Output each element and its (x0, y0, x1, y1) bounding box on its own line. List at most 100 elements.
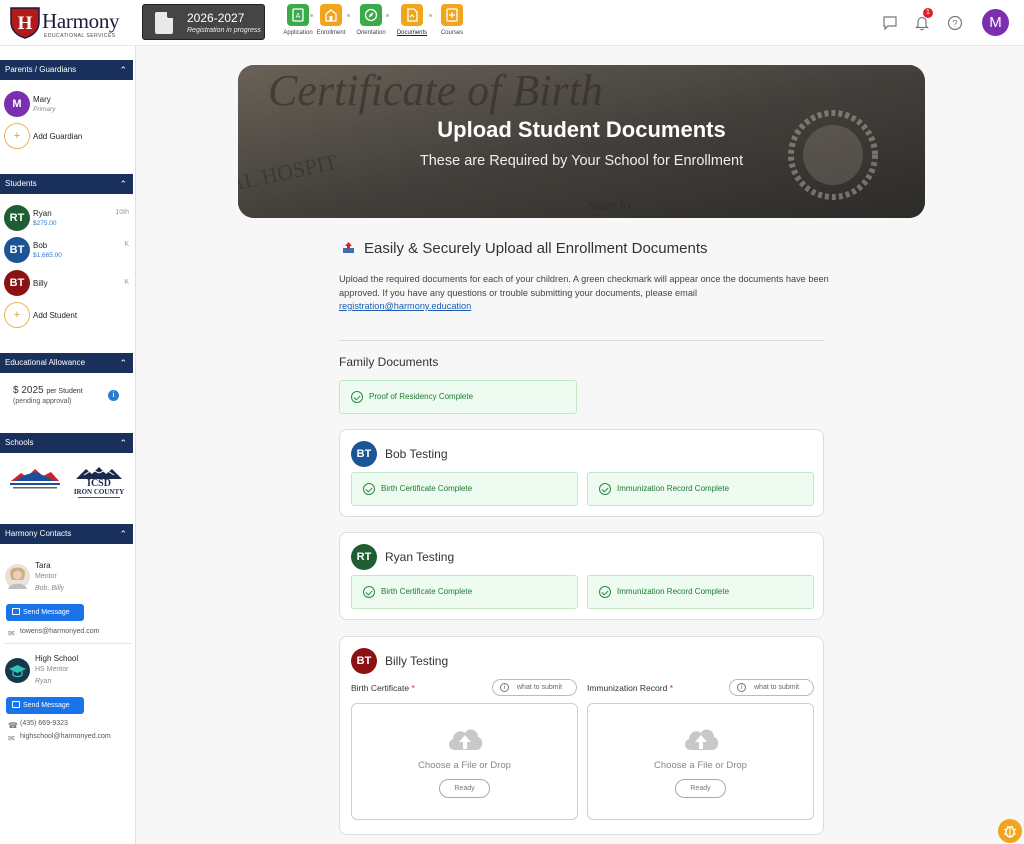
avatar: BT (351, 441, 377, 467)
hero-title: Upload Student Documents (437, 117, 726, 142)
top-bar: H Harmony EDUCATIONAL SERVICES 2026-2027… (0, 0, 1024, 46)
required-marker: * (411, 683, 415, 693)
allowance-amount: $ 2025 per Student (13, 385, 83, 396)
help-icon[interactable]: ? (946, 14, 964, 32)
notifications-button[interactable]: 1 (913, 8, 933, 32)
contact-name: High School (35, 654, 79, 663)
section-title: Students (5, 179, 37, 188)
step-label: Orientation (356, 30, 386, 36)
dropzone-text: Choose a File or Drop (418, 760, 511, 771)
contact-role: Mentor (35, 573, 57, 580)
required-marker: * (669, 683, 673, 693)
school-district-logo[interactable] (7, 465, 63, 493)
contact-students: Bob, Billy (35, 585, 65, 592)
contact-phone[interactable]: ☎ (435) 669-9323 (8, 720, 68, 730)
harmony-logo[interactable]: H Harmony EDUCATIONAL SERVICES (8, 5, 120, 41)
info-icon[interactable]: i (108, 390, 119, 401)
student-card-name: Billy Testing (385, 654, 449, 668)
allowance-section-header[interactable]: Educational Allowance ⌃ (0, 353, 133, 373)
iron-county-logo[interactable]: ICSD IRON COUNTY (70, 465, 128, 505)
students-section-header[interactable]: Students ⌃ (0, 174, 133, 194)
intro-text: Upload the required documents for each o… (339, 273, 829, 314)
contact-role: HS Mentor (35, 666, 69, 673)
add-student-button[interactable]: + Add Student (4, 302, 132, 330)
immunization-record-status: Immunization Record Complete (587, 575, 814, 609)
student-card-bob: BT Bob Testing Birth Certificate Complet… (339, 429, 824, 517)
field-label-text: Immunization Record (587, 683, 668, 693)
section-title: Schools (5, 438, 34, 447)
svg-text:?: ? (952, 19, 957, 29)
send-message-button[interactable]: Send Message (6, 697, 84, 714)
field-label-text: Birth Certificate (351, 683, 410, 693)
dropzone-text: Choose a File or Drop (654, 760, 747, 771)
section-title: Parents / Guardians (5, 65, 77, 74)
info-icon: i (737, 683, 746, 692)
brand-name: Harmony (42, 9, 120, 33)
chevron-up-icon: ⌃ (119, 438, 127, 448)
guardian-name: Mary (33, 95, 51, 104)
immunization-record-label: Immunization Record * (587, 683, 673, 693)
guardian-item[interactable]: M Mary Primary (4, 91, 132, 119)
schools-section-header[interactable]: Schools ⌃ (0, 433, 133, 453)
school-icon (320, 4, 342, 26)
graduation-cap-icon (5, 658, 30, 683)
check-circle-icon (363, 586, 375, 598)
immunization-record-status: Immunization Record Complete (587, 472, 814, 506)
student-grade: K (124, 279, 129, 286)
registration-email-link[interactable]: registration@harmony.education (339, 301, 471, 311)
send-message-button[interactable]: Send Message (6, 604, 84, 621)
birth-certificate-dropzone[interactable]: Choose a File or Drop Ready (351, 703, 578, 820)
plus-icon: + (4, 302, 30, 328)
student-card-billy: BT Billy Testing Birth Certificate * i w… (339, 636, 824, 835)
add-guardian-button[interactable]: + Add Guardian (4, 123, 132, 151)
guardians-section-header[interactable]: Parents / Guardians ⌃ (0, 60, 133, 80)
add-guardian-label: Add Guardian (33, 132, 83, 141)
info-icon: i (500, 683, 509, 692)
birth-certificate-label: Birth Certificate * (351, 683, 415, 693)
divider (339, 340, 824, 341)
chevron-up-icon: ⌃ (119, 179, 127, 189)
student-item-bob[interactable]: BT Bob $1,665.00 K (4, 237, 132, 265)
student-card-name: Ryan Testing (385, 550, 455, 564)
step-label: Courses (440, 30, 464, 36)
add-student-label: Add Student (33, 311, 78, 320)
step-label: Documents (396, 30, 428, 36)
step-orientation[interactable]: Orientation (349, 4, 393, 36)
message-icon (12, 701, 20, 708)
chat-icon[interactable] (881, 14, 899, 32)
school-year-button[interactable]: 2026-2027 Registration in progress (142, 4, 265, 40)
upload-status-badge: Ready (439, 779, 490, 798)
contact-email-text: towens@harmonyed.com (20, 628, 100, 635)
student-name: Bob (33, 241, 48, 250)
intro-heading: Easily & Securely Upload all Enrollment … (342, 240, 707, 257)
contact-email-text: highschool@harmonyed.com (20, 733, 111, 740)
birth-certificate-status: Birth Certificate Complete (351, 575, 578, 609)
family-documents-heading: Family Documents (339, 355, 439, 369)
what-to-submit-button[interactable]: i what to submit (729, 679, 814, 696)
what-to-submit-button[interactable]: i what to submit (492, 679, 577, 696)
user-avatar[interactable]: M (982, 9, 1009, 36)
family-document-status: Proof of Residency Complete (339, 380, 577, 414)
student-item-ryan[interactable]: RT Ryan $275.00 10th (4, 205, 132, 233)
hero-subtitle: These are Required by Your School for En… (419, 153, 744, 169)
check-circle-icon (363, 483, 375, 495)
step-courses[interactable]: Courses (430, 4, 474, 36)
immunization-record-dropzone[interactable]: Choose a File or Drop Ready (587, 703, 814, 820)
cloud-upload-icon (449, 729, 483, 750)
contacts-section-header[interactable]: Harmony Contacts ⌃ (0, 524, 133, 544)
what-to-submit-label: what to submit (517, 684, 563, 691)
student-amount: $275.00 (33, 220, 57, 227)
document-icon (401, 4, 423, 26)
step-documents[interactable]: Documents (390, 4, 434, 36)
step-enrollment[interactable]: Enrollment (309, 4, 353, 36)
status-text: Immunization Record Complete (617, 587, 730, 596)
check-circle-icon (599, 483, 611, 495)
bug-report-button[interactable] (998, 819, 1022, 843)
avatar: BT (4, 237, 30, 263)
contact-email[interactable]: ✉ highschool@harmonyed.com (8, 733, 111, 743)
contact-name: Tara (35, 561, 51, 570)
student-item-billy[interactable]: BT Billy K (4, 270, 132, 298)
contact-email[interactable]: ✉ towens@harmonyed.com (8, 628, 100, 638)
intro-heading-text: Easily & Securely Upload all Enrollment … (364, 240, 708, 257)
contact-photo (5, 564, 30, 589)
